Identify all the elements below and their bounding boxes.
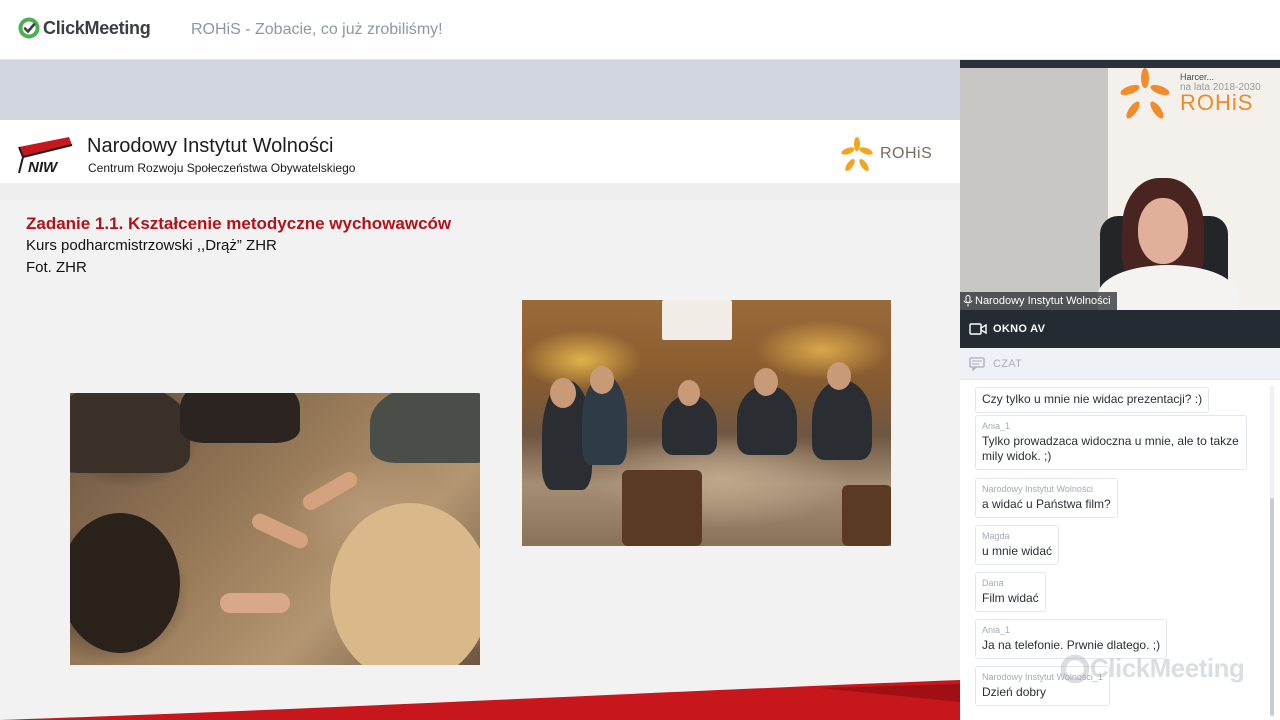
av-window-bar[interactable]: OKNO AV: [960, 310, 1280, 348]
video-top-strip: [960, 60, 1280, 68]
slide-header-divider: [0, 183, 960, 200]
presenter-video[interactable]: Harcer... na lata 2018-2030 ROHiS Narodo…: [960, 60, 1280, 310]
rohis-logo-text: ROHiS: [880, 145, 933, 162]
chat-icon: [969, 356, 985, 371]
task-title: Zadanie 1.1. Kształcenie metodyczne wych…: [26, 214, 452, 233]
chat-message: Dana Film widać: [975, 572, 1046, 612]
chat-message: Czy tylko u mnie nie widac prezentacji? …: [975, 387, 1210, 413]
right-panel: Harcer... na lata 2018-2030 ROHiS Narodo…: [960, 60, 1280, 720]
chat-message: Magda u mnie widać: [975, 525, 1060, 565]
microphone-icon: [963, 295, 973, 307]
banner-flower-icon: [1120, 68, 1170, 119]
rohis-flower-icon: [841, 137, 873, 171]
slide-photo-hands: [70, 393, 480, 665]
clickmeeting-watermark: ClickMeeting: [1060, 653, 1245, 684]
watermark-logo-icon: [1060, 654, 1090, 683]
chat-header[interactable]: CZAT: [960, 348, 1280, 380]
chat-message-author: Ania_1: [982, 625, 1011, 635]
top-bar: ClickMeeting ROHiS - Zobacie, co już zro…: [0, 0, 1280, 60]
niw-logo-text: NIW: [28, 159, 59, 175]
banner-rohis-logo: ROHiS: [1180, 90, 1254, 115]
chat-scrollbar-thumb[interactable]: [1270, 498, 1274, 716]
chat-message-author: Ania_1: [982, 421, 1011, 431]
chat-message-author: Dana: [982, 578, 1004, 588]
presentation-stage: NIW Narodowy Instytut Wolności Centrum R…: [0, 60, 960, 720]
clickmeeting-logo-icon: [18, 17, 40, 39]
chat-message-text: a widać u Państwa film?: [982, 497, 1111, 511]
participant-name: Narodowy Instytut Wolności: [975, 295, 1111, 307]
task-course-line: Kurs podharcmistrzowski ,,Drąż” ZHR: [26, 237, 277, 254]
chat-message-author: Narodowy Instytut Wolności: [982, 484, 1093, 494]
chat-message-author: Magda: [982, 531, 1010, 541]
chat-message-text: Tylko prowadzaca widoczna u mnie, ale to…: [982, 434, 1239, 463]
chat-message-list[interactable]: Czy tylko u mnie nie widac prezentacji? …: [960, 380, 1280, 720]
slide-header: NIW Narodowy Instytut Wolności Centrum R…: [0, 120, 960, 183]
logo-text: ClickMeeting: [43, 17, 151, 38]
video-wall: [960, 68, 1110, 310]
niw-subtitle: Centrum Rozwoju Społeczeństwa Obywatelsk…: [88, 161, 356, 175]
chat-message: Ania_1 Tylko prowadzaca widoczna u mnie,…: [975, 415, 1247, 470]
presenter-face: [1138, 198, 1188, 264]
chat-message-text: Czy tylko u mnie nie widac prezentacji? …: [982, 392, 1203, 406]
banner-text-line1: Harcer...: [1180, 72, 1215, 82]
chat-message-text: Dzień dobry: [982, 685, 1047, 699]
chat-message: Narodowy Instytut Wolności a widać u Pań…: [975, 478, 1118, 518]
chat-label: CZAT: [993, 357, 1023, 370]
niw-logo-icon: NIW: [18, 137, 73, 175]
niw-title: Narodowy Instytut Wolności: [87, 135, 334, 157]
slide-red-swoosh: [0, 680, 960, 720]
task-photo-credit: Fot. ZHR: [26, 259, 87, 276]
slide-photo-group: [522, 300, 891, 546]
av-window-label: OKNO AV: [993, 323, 1046, 335]
watermark-text: ClickMeeting: [1090, 653, 1245, 683]
video-camera-icon: [969, 323, 987, 335]
chat-message-text: u mnie widać: [982, 544, 1053, 558]
chat-message-text: Film widać: [982, 591, 1039, 605]
chat-message-text: Ja na telefonie. Prwnie dlatego. ;): [982, 638, 1161, 652]
meeting-title: ROHiS - Zobacie, co już zrobiliśmy!: [191, 21, 443, 38]
clickmeeting-logo[interactable]: ClickMeeting: [18, 17, 151, 39]
video-participant-label: Narodowy Instytut Wolności: [960, 292, 1117, 310]
presentation-slide: NIW Narodowy Instytut Wolności Centrum R…: [0, 120, 960, 720]
